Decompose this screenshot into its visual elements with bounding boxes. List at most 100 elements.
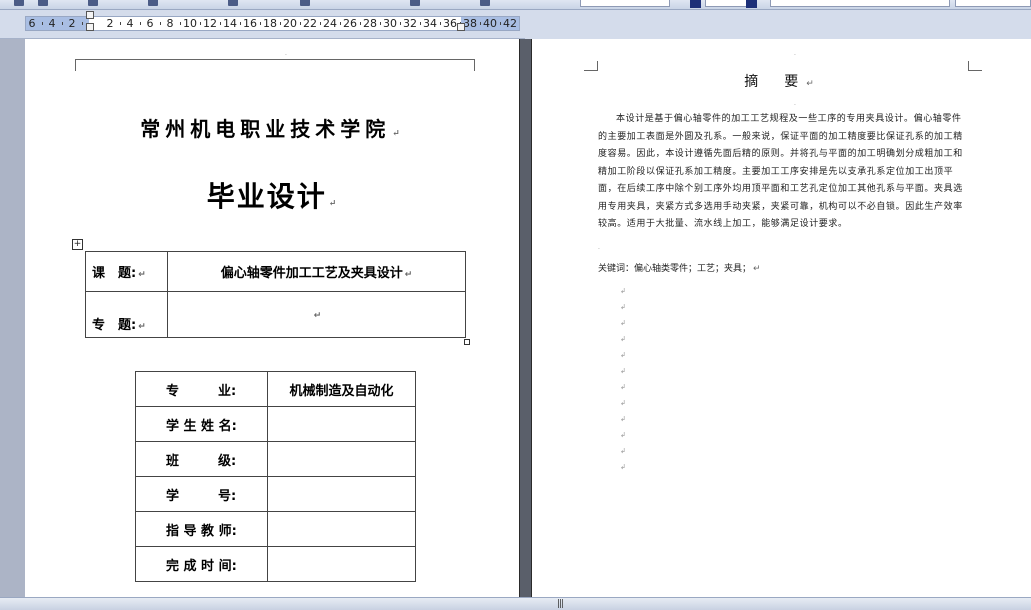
ruler-tick-mark (260, 22, 261, 25)
subtopic-value[interactable]: ↵ (167, 291, 466, 338)
ruler-tick-label: 2 (106, 17, 114, 30)
school-name: 常州机电职业技术学院 ↵ (140, 117, 405, 141)
ruler-tick-mark (82, 22, 83, 25)
ruler-tick-mark (280, 22, 281, 25)
toolbar-icon[interactable] (14, 0, 24, 6)
empty-paragraph-mark: ↲ (620, 319, 626, 327)
empty-paragraph-mark: ↲ (620, 399, 626, 407)
ruler-tick-label: 34 (423, 17, 437, 30)
ruler-tick-mark (320, 22, 321, 25)
ruler-tick-mark (420, 22, 421, 25)
ruler-tick-label: 42 (503, 17, 517, 30)
cover-page[interactable]: . 常州机电职业技术学院 ↵ 毕业设计 ↵ + 课 题: ↵ 偏心轴零件加工工艺及夹具… (25, 39, 520, 597)
left-indent-marker[interactable] (86, 23, 94, 31)
toolbar-icon[interactable] (148, 0, 158, 6)
ruler-tick-mark (340, 22, 341, 25)
info-label: 完 成 时 间: (135, 546, 268, 582)
info-label: 班 级: (135, 441, 268, 477)
ruler-tick-label: 24 (323, 17, 337, 30)
table-row: 班 级: (135, 441, 416, 477)
ruler-tick-label: 8 (166, 17, 174, 30)
crop-mark-top-right (968, 61, 982, 71)
style-dropdown[interactable] (580, 0, 670, 7)
table-resize-handle[interactable] (464, 339, 470, 345)
toolbar-icon[interactable] (88, 0, 98, 6)
toolbar-strip (0, 0, 1031, 10)
abstract-page[interactable]: . 摘 要 ↵ . 本设计是基于偏心轴零件的加工工艺规程及一些工序的专用夹具设计。… (531, 39, 1031, 597)
info-value[interactable] (267, 441, 416, 477)
table-row: 完 成 时 间: (135, 546, 416, 582)
ruler-tick-label: 6 (28, 17, 36, 30)
toolbar-icon[interactable] (300, 0, 310, 6)
table-row: 专 业: 机械制造及自动化 (135, 371, 416, 407)
ruler-tick-mark (440, 22, 441, 25)
horizontal-scrollbar[interactable]: ||| (0, 597, 1031, 610)
ruler-tick-mark (140, 22, 141, 25)
toolbar-icon[interactable] (228, 0, 238, 6)
ruler-tick-label: 4 (126, 17, 134, 30)
ruler-tick-mark (400, 22, 401, 25)
table-row: 学 生 姓 名: (135, 406, 416, 442)
info-value[interactable] (267, 476, 416, 512)
empty-paragraph-mark: ↲ (620, 303, 626, 311)
ruler-tick-label: 36 (443, 17, 457, 30)
ruler-tick-mark (220, 22, 221, 25)
ruler-tick-mark (62, 22, 63, 25)
ruler-track[interactable]: 6 4 2 2 4 6 8 10 12 14 16 18 20 22 24 26 28 30 32 34 36 38 40 4… (25, 11, 520, 31)
toolbar-field[interactable] (955, 0, 1031, 7)
ruler-tick-label: 30 (383, 17, 397, 30)
crop-mark-top-left (584, 61, 598, 71)
empty-paragraph-mark: ↲ (620, 383, 626, 391)
abstract-heading: 摘 要 ↵ (744, 74, 820, 90)
ruler-filler (525, 10, 1031, 39)
toolbar-icon[interactable] (38, 0, 48, 6)
ruler-tick-mark (160, 22, 161, 25)
empty-paragraph-mark: ↲ (620, 447, 626, 455)
ruler-tick-mark (480, 22, 481, 25)
info-value[interactable] (267, 406, 416, 442)
toolbar-icon[interactable] (410, 0, 420, 6)
info-label: 专 业: (135, 371, 268, 407)
chevron-down-icon[interactable] (746, 0, 757, 8)
ruler-tick-mark (180, 22, 181, 25)
paragraph-mark: . (794, 100, 796, 107)
paragraph-mark: . (598, 244, 600, 251)
empty-paragraph-mark: ↲ (620, 351, 626, 359)
empty-paragraph-mark: ↲ (620, 415, 626, 423)
table-row: 课 题: ↵ 偏心轴零件加工工艺及夹具设计 ↵ (85, 251, 466, 292)
table-row: 指 导 教 师: (135, 511, 416, 547)
info-value[interactable] (267, 546, 416, 582)
toolbar-icon[interactable] (480, 0, 490, 6)
empty-paragraph-mark: ↲ (620, 287, 626, 295)
ruler-tick-mark (42, 22, 43, 25)
student-info-table: 专 业: 机械制造及自动化学 生 姓 名: 班 级: 学 号: 指 导 教 师: 完 成 … (135, 371, 416, 582)
right-indent-marker[interactable] (457, 23, 465, 31)
ruler-tick-label: 18 (263, 17, 277, 30)
table-move-handle-icon[interactable]: + (72, 239, 83, 250)
abstract-body[interactable]: 本设计是基于偏心轴零件的加工工艺规程及一些工序的专用夹具设计。偏心轴零件的主要加… (598, 111, 970, 234)
search-box[interactable] (770, 0, 950, 7)
ruler-tick-label: 12 (203, 17, 217, 30)
ruler-tick-label: 4 (48, 17, 56, 30)
topic-value[interactable]: 偏心轴零件加工工艺及夹具设计 ↵ (167, 251, 466, 292)
info-value[interactable]: 机械制造及自动化 (267, 371, 416, 407)
ruler-tick-label: 28 (363, 17, 377, 30)
ruler-tick-label: 2 (68, 17, 76, 30)
font-size-dropdown[interactable] (705, 0, 747, 7)
empty-paragraph-mark: ↲ (620, 431, 626, 439)
document-workspace: . 常州机电职业技术学院 ↵ 毕业设计 ↵ + 课 题: ↵ 偏心轴零件加工工艺及夹具… (0, 39, 1031, 597)
ruler-tick-label: 10 (183, 17, 197, 30)
chevron-down-icon[interactable] (690, 0, 701, 8)
topic-label: 课 题: ↵ (85, 251, 168, 292)
scroll-grip-icon[interactable]: ||| (557, 600, 564, 609)
table-row: 学 号: (135, 476, 416, 512)
empty-paragraph-mark: ↲ (620, 335, 626, 343)
keywords-line[interactable]: 关键词：偏心轴类零件；工艺；夹具； ↵ (598, 261, 761, 274)
ruler-tick-label: 16 (243, 17, 257, 30)
ruler-tick-label: 14 (223, 17, 237, 30)
ruler-tick-mark (380, 22, 381, 25)
header-line (89, 59, 461, 60)
ruler-tick-label: 26 (343, 17, 357, 30)
info-value[interactable] (267, 511, 416, 547)
first-line-indent-marker[interactable] (86, 11, 94, 19)
